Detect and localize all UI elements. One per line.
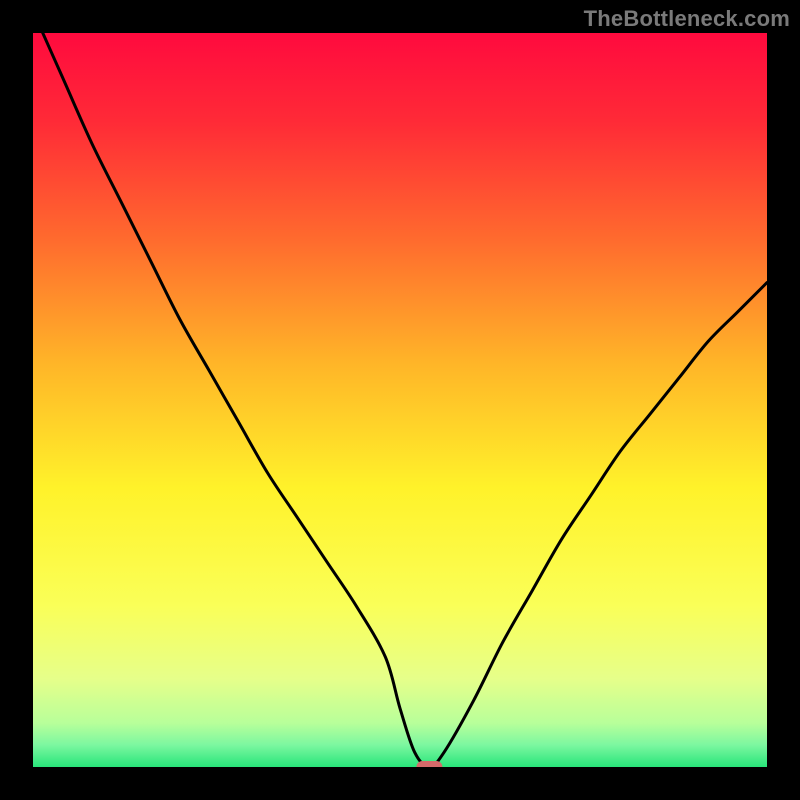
minimum-marker-pill — [416, 761, 442, 767]
gradient-background — [33, 33, 767, 767]
chart-frame: TheBottleneck.com — [0, 0, 800, 800]
plot-area — [33, 33, 767, 767]
watermark-text: TheBottleneck.com — [584, 6, 790, 32]
minimum-marker — [416, 761, 442, 767]
plot-svg — [33, 33, 767, 767]
